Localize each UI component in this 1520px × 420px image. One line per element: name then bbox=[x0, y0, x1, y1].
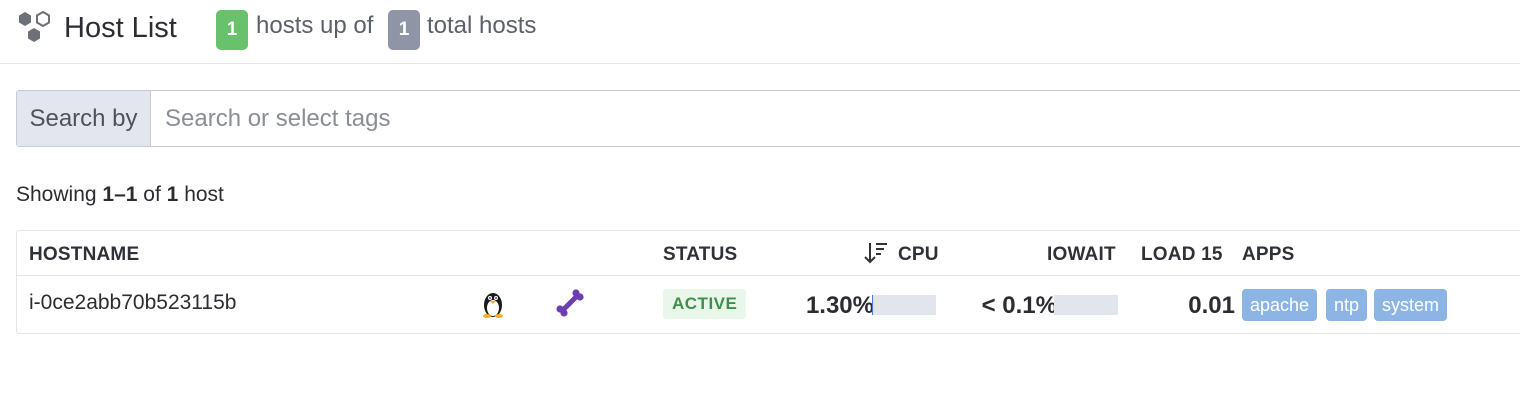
linux-penguin-icon bbox=[483, 293, 503, 318]
cpu-bar-fill bbox=[872, 295, 873, 315]
load15-value: 0.01 bbox=[1188, 292, 1235, 319]
results-prefix: Showing bbox=[16, 183, 97, 206]
status-badge: ACTIVE bbox=[663, 289, 747, 319]
column-hostname[interactable]: HOSTNAME bbox=[29, 244, 139, 266]
results-count: 1 bbox=[166, 183, 179, 206]
app-tag[interactable]: ntp bbox=[1326, 289, 1368, 321]
table-header: HOSTNAME STATUS CPU IOWAIT LOAD 15 APPS bbox=[17, 231, 1520, 276]
results-of: of bbox=[143, 183, 161, 206]
hostname-cell[interactable]: i-0ce2abb70b523115b bbox=[29, 291, 236, 315]
cpu-value: 1.30% bbox=[805, 292, 874, 319]
iowait-value: < 0.1% bbox=[981, 292, 1057, 319]
search-input[interactable] bbox=[152, 91, 1512, 146]
hosts-up-text: hosts up of bbox=[256, 12, 374, 39]
search-by-label[interactable]: Search by bbox=[17, 91, 151, 146]
cpu-bar bbox=[872, 295, 936, 315]
results-unit: host bbox=[184, 183, 224, 206]
page-title: Host List bbox=[64, 12, 177, 44]
bone-icon bbox=[556, 289, 584, 317]
hosts-total-text: total hosts bbox=[427, 12, 537, 39]
hosts-up-badge: 1 bbox=[216, 10, 248, 50]
column-apps[interactable]: APPS bbox=[1242, 244, 1295, 266]
hexagons-icon bbox=[19, 10, 50, 42]
app-tag[interactable]: apache bbox=[1242, 289, 1318, 321]
app-tag[interactable]: system bbox=[1374, 289, 1448, 321]
column-cpu[interactable]: CPU bbox=[898, 244, 939, 266]
iowait-bar bbox=[1054, 295, 1118, 315]
table-row[interactable]: i-0ce2abb70b523115b ACTIVE 1.30% < 0.1% bbox=[17, 277, 1520, 334]
header: Host List 1 hosts up of 1 total hosts bbox=[0, 0, 1520, 64]
results-summary: Showing 1–1 of 1 host bbox=[16, 183, 224, 207]
search-bar: Search by bbox=[16, 90, 1520, 147]
column-load15[interactable]: LOAD 15 bbox=[1141, 244, 1223, 266]
column-iowait[interactable]: IOWAIT bbox=[1047, 244, 1116, 266]
host-table: HOSTNAME STATUS CPU IOWAIT LOAD 15 APPS … bbox=[16, 230, 1520, 334]
column-status[interactable]: STATUS bbox=[663, 244, 737, 266]
sort-descending-icon[interactable] bbox=[863, 240, 889, 266]
results-range: 1–1 bbox=[102, 183, 138, 206]
hosts-total-badge: 1 bbox=[388, 10, 420, 50]
